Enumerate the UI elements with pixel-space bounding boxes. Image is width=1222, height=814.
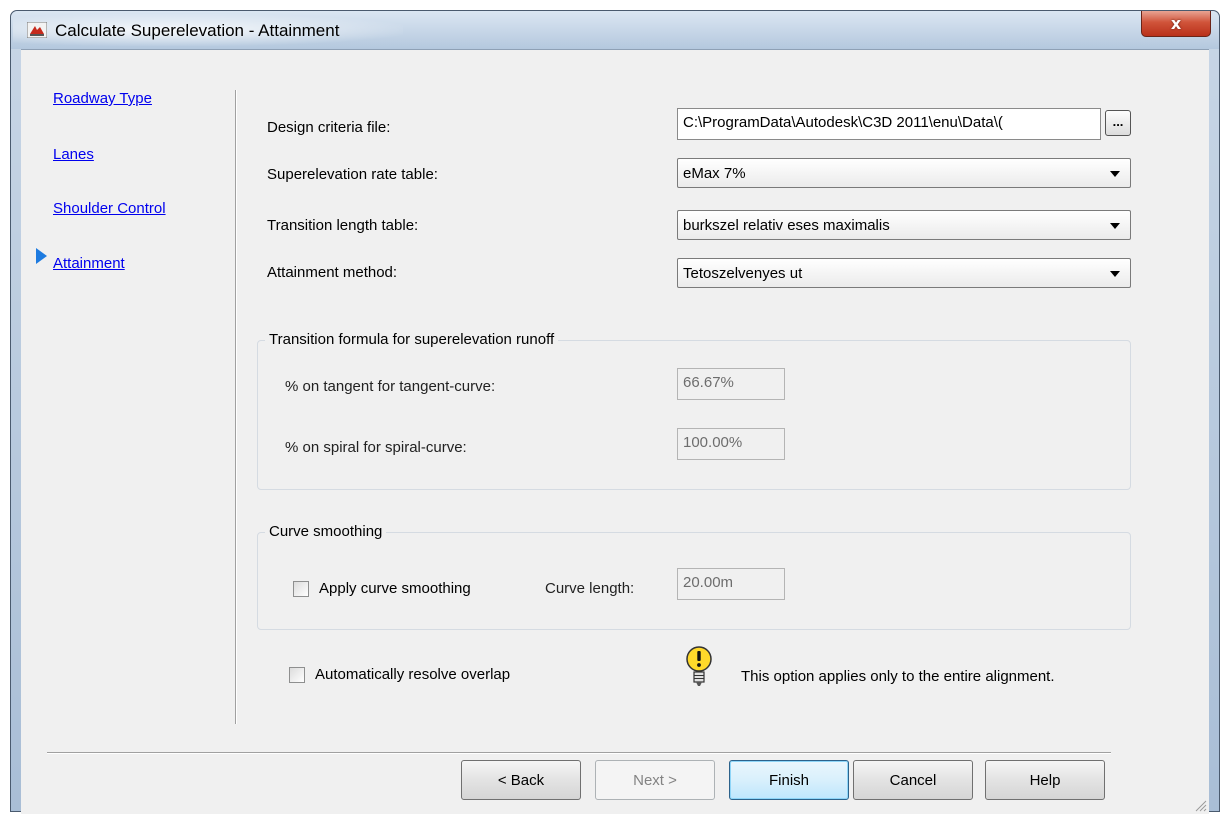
curve-smoothing-title: Curve smoothing [265,523,387,540]
curve-length-field[interactable]: 20.00m [677,568,785,600]
attainment-method-value: Tetoszelvenyes ut [683,265,803,282]
dialog-window: Calculate Superelevation - Attainment x … [10,10,1220,814]
resolve-overlap-checkbox[interactable] [289,667,305,683]
close-icon: x [1170,14,1182,33]
window-title: Calculate Superelevation - Attainment [55,21,340,40]
nav-item-attainment[interactable]: Attainment [53,255,125,272]
nav-item-shoulder-control[interactable]: Shoulder Control [53,200,166,217]
rate-table-dropdown[interactable]: eMax 7% [677,158,1131,188]
transition-table-label: Transition length table: [267,217,419,234]
attainment-method-label: Attainment method: [267,264,398,281]
title-bar[interactable]: Calculate Superelevation - Attainment x [11,11,1219,49]
lightbulb-icon [686,646,712,686]
vertical-divider [235,90,236,724]
attainment-method-dropdown[interactable]: Tetoszelvenyes ut [677,258,1131,288]
tangent-percent-label: % on tangent for tangent-curve: [285,378,496,395]
cancel-button[interactable]: Cancel [853,760,973,800]
close-button[interactable]: x [1141,11,1211,37]
spiral-percent-label: % on spiral for spiral-curve: [285,439,467,456]
transition-formula-title: Transition formula for superelevation ru… [265,331,559,348]
dialog-client-area: Roadway Type Lanes Shoulder Control Atta… [21,49,1209,814]
back-button[interactable]: < Back [461,760,581,800]
resolve-overlap-label[interactable]: Automatically resolve overlap [315,666,510,683]
next-button[interactable]: Next > [595,760,715,800]
nav-item-lanes[interactable]: Lanes [53,146,94,163]
nav-item-roadway-type[interactable]: Roadway Type [53,90,152,107]
design-criteria-label: Design criteria file: [267,119,391,136]
browse-button[interactable]: ... [1105,110,1131,136]
apply-curve-smoothing-checkbox[interactable] [293,581,309,597]
civil3d-app-icon [27,22,47,38]
tangent-percent-field[interactable]: 66.67% [677,368,785,400]
triangle-right-icon [36,248,47,264]
overlap-info-text: This option applies only to the entire a… [741,668,1055,685]
rate-table-label: Superelevation rate table: [267,166,438,183]
resize-grip-icon[interactable] [1193,798,1207,812]
chevron-down-icon [1110,271,1120,277]
spiral-percent-field[interactable]: 100.00% [677,428,785,460]
design-criteria-field[interactable]: C:\ProgramData\Autodesk\C3D 2011\enu\Dat… [677,108,1101,140]
horizontal-divider [47,752,1111,753]
transition-table-dropdown[interactable]: burkszel relativ eses maximalis [677,210,1131,240]
apply-curve-smoothing-label[interactable]: Apply curve smoothing [319,580,471,597]
ellipsis-icon: ... [1112,113,1124,129]
transition-formula-group [257,340,1131,490]
chevron-down-icon [1110,171,1120,177]
help-button[interactable]: Help [985,760,1105,800]
curve-length-label: Curve length: [545,580,635,597]
chevron-down-icon [1110,223,1120,229]
finish-button[interactable]: Finish [729,760,849,800]
rate-table-value: eMax 7% [683,165,746,182]
transition-table-value: burkszel relativ eses maximalis [683,217,890,234]
